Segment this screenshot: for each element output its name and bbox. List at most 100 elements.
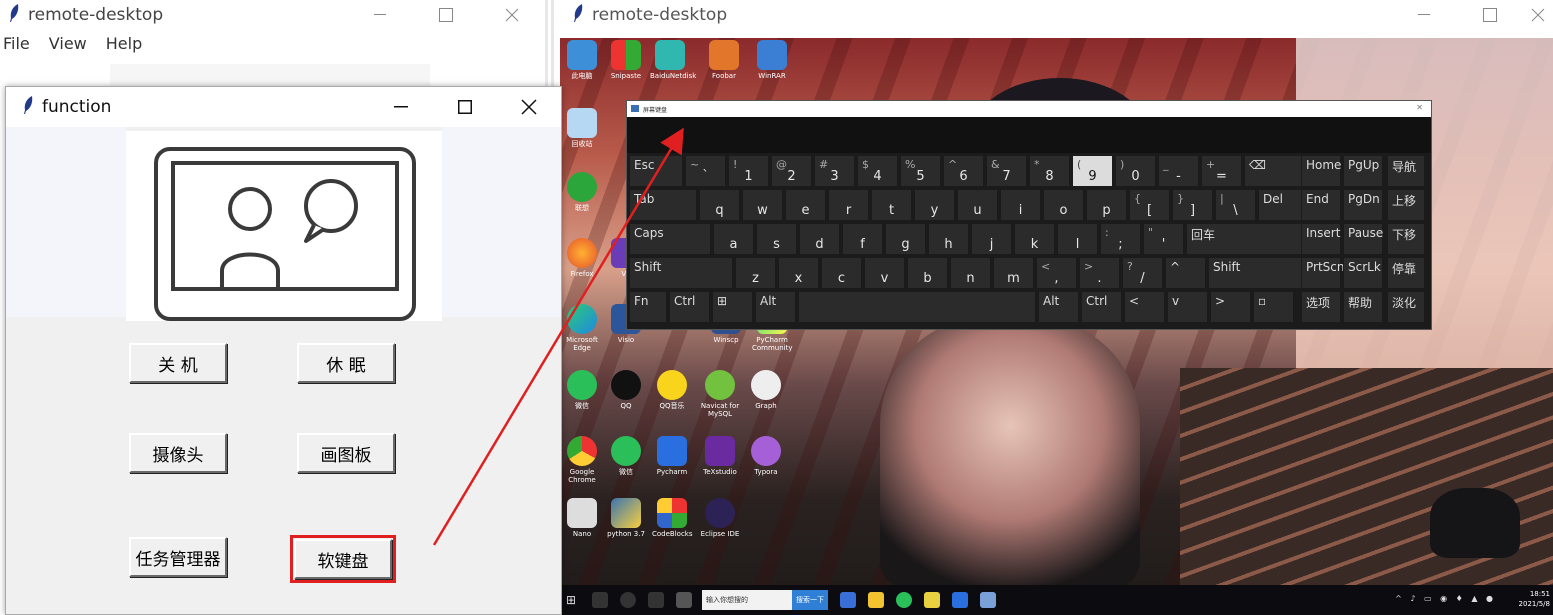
sleep-button[interactable]: 休 眠 (297, 343, 395, 383)
key-y[interactable]: y (914, 189, 955, 221)
search-button[interactable]: 搜索一下 (792, 590, 828, 610)
key-[[interactable]: {[ (1129, 189, 1170, 221)
key-End[interactable]: End (1301, 189, 1341, 221)
app-icon[interactable] (896, 592, 912, 608)
key-space[interactable] (798, 291, 1036, 323)
key-Home[interactable]: Home (1301, 155, 1341, 187)
key-u[interactable]: u (957, 189, 998, 221)
key-v[interactable]: v (864, 257, 905, 289)
search-input[interactable]: 输入你想搜的 (702, 590, 792, 610)
key-q[interactable]: q (699, 189, 740, 221)
desktop-icon[interactable]: Microsoft Edge (562, 304, 602, 352)
title-bar[interactable]: remote-desktop (554, 0, 1553, 30)
desktop-icon[interactable]: 微信 (562, 370, 602, 410)
desktop-icon[interactable]: Nano (562, 498, 602, 538)
key-5[interactable]: % 5 (900, 155, 941, 187)
desktop-icon[interactable]: Eclipse IDE (700, 498, 740, 538)
key-Tab[interactable]: Tab (629, 189, 697, 221)
key-Alt[interactable]: Alt (755, 291, 796, 323)
desktop-icon[interactable]: Typora (746, 436, 786, 476)
key-][interactable]: }] (1172, 189, 1213, 221)
desktop-icon[interactable]: Snipaste (606, 40, 646, 80)
app-icon[interactable] (980, 592, 996, 608)
paint-button[interactable]: 画图板 (297, 433, 395, 473)
on-screen-keyboard[interactable]: 屏幕键盘 ✕ Esc ~ `! 1 @2 #3 $4% 5 ^ 6 & 7 * 8(9) 0 _ - + = ⌫ Tab… (626, 100, 1432, 330)
key-t[interactable]: t (871, 189, 912, 221)
remote-desktop-screen[interactable]: 此电脑 Snipaste BaiduNetdisk Foobar WinRAR … (560, 38, 1553, 615)
soft-keyboard-button[interactable]: 软键盘 (290, 535, 396, 583)
key-d[interactable]: d (799, 223, 840, 255)
key-▫[interactable]: ▫ (1253, 291, 1294, 323)
key-ScrLk[interactable]: ScrLk (1343, 257, 1383, 289)
key-Shift[interactable]: Shift (629, 257, 733, 289)
file-explorer-icon[interactable] (840, 592, 856, 608)
key-Ctrl[interactable]: Ctrl (1081, 291, 1122, 323)
key-.[interactable]: >. (1079, 257, 1120, 289)
key-2[interactable]: @2 (771, 155, 812, 187)
desktop-icon[interactable]: CodeBlocks (652, 498, 693, 538)
key-i[interactable]: i (1000, 189, 1041, 221)
key-w[interactable]: w (742, 189, 783, 221)
key-3[interactable]: #3 (814, 155, 855, 187)
key-上移[interactable]: 上移 (1387, 189, 1425, 221)
desktop-icon[interactable]: python 3.7 (606, 498, 646, 538)
title-bar[interactable]: function (6, 87, 561, 127)
desktop-icon[interactable]: Firefox (562, 238, 602, 278)
key-n[interactable]: n (950, 257, 991, 289)
key-PgUp[interactable]: PgUp (1343, 155, 1383, 187)
close-button[interactable] (497, 87, 561, 127)
key-c[interactable]: c (821, 257, 862, 289)
key-k[interactable]: k (1014, 223, 1055, 255)
key-Alt[interactable]: Alt (1038, 291, 1079, 323)
desktop-icon[interactable]: QQ音乐 (652, 370, 692, 410)
desktop-icon[interactable]: Pycharm (652, 436, 692, 476)
key-p[interactable]: p (1086, 189, 1127, 221)
key-6[interactable]: ^ 6 (943, 155, 984, 187)
key-8[interactable]: * 8 (1029, 155, 1070, 187)
key-r[interactable]: r (828, 189, 869, 221)
key-`[interactable]: ~ ` (685, 155, 726, 187)
minimize-button[interactable] (1391, 0, 1457, 30)
key-PgDn[interactable]: PgDn (1343, 189, 1383, 221)
search-icon[interactable] (592, 592, 608, 608)
key-'[interactable]: " ' (1143, 223, 1184, 255)
app-icon[interactable] (924, 592, 940, 608)
key-j[interactable]: j (971, 223, 1012, 255)
key-v[interactable]: v (1167, 291, 1208, 323)
key-e[interactable]: e (785, 189, 826, 221)
task-manager-button[interactable]: 任务管理器 (129, 537, 227, 577)
key-x[interactable]: x (778, 257, 819, 289)
key-⊞[interactable]: ⊞ (712, 291, 753, 323)
desktop-icon[interactable]: Navicat for MySQL (700, 370, 740, 418)
key-0[interactable]: ) 0 (1115, 155, 1156, 187)
minimize-button[interactable] (369, 87, 433, 127)
windows-start-icon[interactable]: ⊞ (566, 593, 580, 607)
key-Esc[interactable]: Esc (629, 155, 683, 187)
key-9[interactable]: (9 (1072, 155, 1113, 187)
desktop-icon[interactable]: TeXstudio (700, 436, 740, 476)
close-button[interactable] (479, 0, 545, 30)
key-/[interactable]: ? / (1122, 257, 1163, 289)
key-f[interactable]: f (842, 223, 883, 255)
key->[interactable]: > (1210, 291, 1251, 323)
desktop-icon[interactable]: 微信 (606, 436, 646, 476)
key-Fn[interactable]: Fn (629, 291, 667, 323)
key-4[interactable]: $4 (857, 155, 898, 187)
key-停靠[interactable]: 停靠 (1387, 257, 1425, 289)
osk-title-bar[interactable]: 屏幕键盘 ✕ (627, 101, 1431, 117)
key-帮助[interactable]: 帮助 (1343, 291, 1383, 323)
title-bar[interactable]: remote-desktop (0, 0, 545, 30)
key-m[interactable]: m (993, 257, 1034, 289)
clock[interactable]: 18:51 2021/5/8 (1519, 589, 1550, 609)
key-z[interactable]: z (735, 257, 776, 289)
shutdown-button[interactable]: 关 机 (129, 343, 227, 383)
key-导航[interactable]: 导航 (1387, 155, 1425, 187)
menu-file[interactable]: File (3, 34, 30, 60)
desktop-icon[interactable]: BaiduNetdisk (650, 40, 696, 80)
key-s[interactable]: s (756, 223, 797, 255)
key-b[interactable]: b (907, 257, 948, 289)
key-h[interactable]: h (928, 223, 969, 255)
desktop-icon[interactable]: 此电脑 (562, 40, 602, 80)
key-PrtScn[interactable]: PrtScn (1301, 257, 1344, 289)
desktop-icon[interactable]: 回收站 (562, 108, 602, 148)
